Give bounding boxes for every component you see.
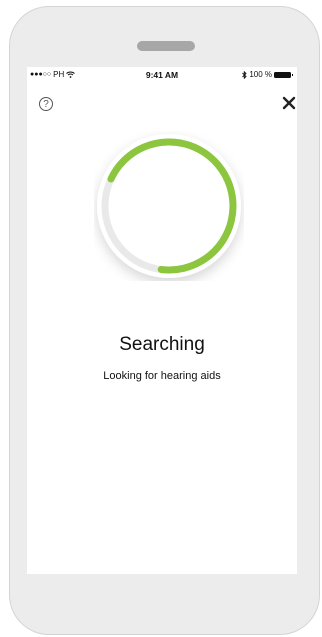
app-screen: ●●●○○ PH 9:41 AM 100 % ? Searching Looki… [27,67,297,574]
battery-icon [274,71,293,78]
search-subtitle: Looking for hearing aids [103,370,221,382]
search-spinner [97,134,241,278]
help-icon: ? [43,98,49,110]
phone-speaker [137,41,195,51]
status-right: 100 % [242,70,293,79]
battery-percent: 100 % [249,70,272,79]
help-button[interactable]: ? [39,97,53,111]
status-bar: ●●●○○ PH 9:41 AM 100 % [27,67,297,83]
spinner-disc [97,134,241,278]
close-button[interactable] [281,95,297,111]
search-title: Searching [119,334,205,355]
bluetooth-icon [242,70,247,79]
close-icon [282,96,296,110]
